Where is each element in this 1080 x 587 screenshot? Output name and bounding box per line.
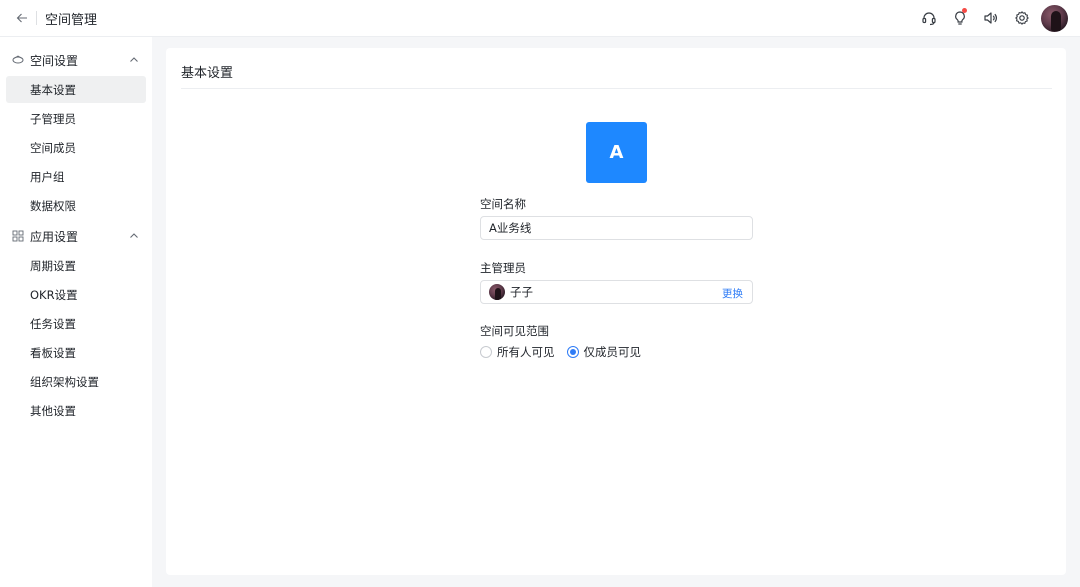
page-title: 空间管理 — [45, 12, 98, 28]
sidebar-group-space-settings[interactable]: 空间设置 — [0, 45, 152, 75]
sidebar-group-label: 应用设置 — [30, 229, 79, 244]
sound-button[interactable] — [975, 4, 1006, 32]
sidebar-item-board-settings[interactable]: 看板设置 — [6, 339, 146, 366]
sidebar-item-okr-settings[interactable]: OKR设置 — [6, 281, 146, 308]
section-divider — [181, 88, 1052, 89]
space-name-input[interactable]: A业务线 — [480, 216, 753, 240]
gear-icon — [1014, 11, 1029, 25]
radio-circle — [480, 346, 492, 358]
speaker-icon — [983, 12, 997, 24]
user-avatar[interactable] — [1041, 4, 1068, 32]
owner-field: 子子 更换 — [480, 280, 753, 304]
back-arrow-icon — [16, 13, 27, 23]
radio-label: 仅成员可见 — [583, 345, 642, 359]
sidebar-item-user-groups[interactable]: 用户组 — [6, 163, 146, 190]
sidebar-item-task-settings[interactable]: 任务设置 — [6, 310, 146, 337]
tips-button[interactable] — [944, 4, 975, 32]
owner-avatar — [489, 284, 505, 300]
top-bar: 空间管理 — [0, 0, 1080, 37]
sidebar-group-label: 空间设置 — [30, 53, 79, 68]
sidebar-item-space-members[interactable]: 空间成员 — [6, 134, 146, 161]
layers-icon — [12, 54, 24, 66]
chevron-up-icon — [130, 233, 138, 238]
notification-dot — [962, 8, 967, 13]
sidebar-item-data-permissions[interactable]: 数据权限 — [6, 192, 146, 219]
header-divider — [36, 11, 37, 25]
chevron-up-icon — [130, 57, 138, 62]
sidebar-item-basic-settings[interactable]: 基本设置 — [6, 76, 146, 103]
space-avatar[interactable]: A — [586, 122, 647, 183]
section-title: 基本设置 — [181, 66, 234, 81]
radio-label: 所有人可见 — [497, 345, 555, 359]
space-name-label: 空间名称 — [480, 197, 526, 211]
settings-card: 基本设置 A 空间名称 A业务线 主管理员 子子 更换 空间可见范围 所有人可见… — [166, 48, 1066, 575]
radio-circle-selected — [566, 346, 579, 358]
sidebar-item-sub-admins[interactable]: 子管理员 — [6, 105, 146, 132]
change-owner-link[interactable]: 更换 — [722, 286, 743, 301]
owner-name: 子子 — [510, 285, 533, 299]
visibility-radio-group: 所有人可见 仅成员可见 — [480, 344, 653, 360]
sidebar-item-cycle-settings[interactable]: 周期设置 — [6, 252, 146, 279]
owner-label: 主管理员 — [480, 261, 526, 275]
sidebar: 空间设置 基本设置 子管理员 空间成员 用户组 数据权限 应用设置 周期设置 O… — [0, 37, 152, 587]
support-button[interactable] — [913, 4, 944, 32]
settings-button[interactable] — [1006, 4, 1037, 32]
grid-icon — [12, 230, 24, 242]
sidebar-group-app-settings[interactable]: 应用设置 — [0, 221, 152, 251]
headset-icon — [921, 12, 936, 26]
header-actions — [913, 4, 1068, 32]
back-button[interactable] — [14, 10, 30, 26]
sidebar-item-org-settings[interactable]: 组织架构设置 — [6, 368, 146, 395]
visibility-option-everyone[interactable]: 所有人可见 — [480, 344, 555, 360]
visibility-label: 空间可见范围 — [480, 324, 549, 338]
visibility-option-members-only[interactable]: 仅成员可见 — [566, 344, 642, 360]
sidebar-item-other-settings[interactable]: 其他设置 — [6, 397, 146, 424]
